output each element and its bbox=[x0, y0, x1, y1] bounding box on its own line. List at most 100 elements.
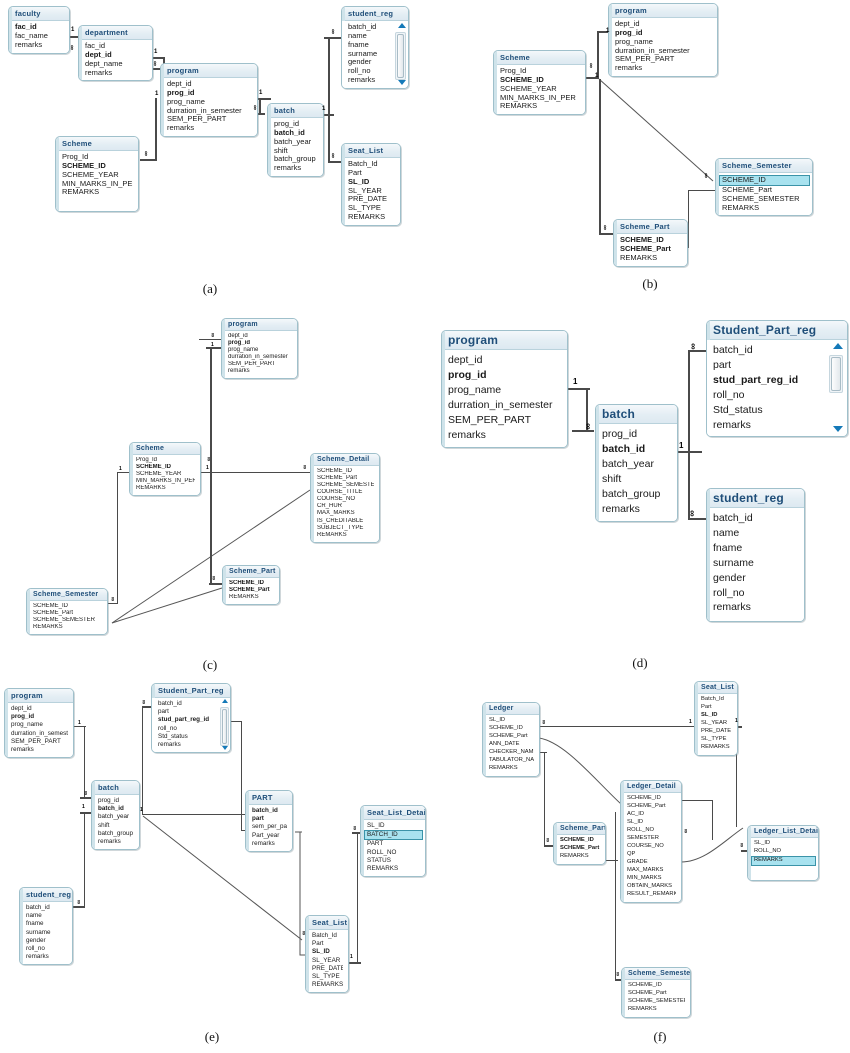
field: SL_ID bbox=[367, 822, 385, 829]
scroll-up-arrow[interactable] bbox=[222, 699, 228, 703]
field: Part bbox=[701, 703, 712, 710]
entity-student-part-reg[interactable]: Student_Part_reg batch_id part stud_part… bbox=[706, 320, 848, 438]
field: Batch_Id bbox=[348, 160, 378, 168]
cardinality-one: 1 bbox=[140, 807, 143, 813]
field: SCHEME_ID bbox=[489, 724, 523, 731]
field-selected[interactable]: SCHEME_ID bbox=[719, 175, 810, 186]
entity-part[interactable]: PART batch_id part sem_per_part Part_yea… bbox=[245, 790, 293, 852]
field: REMARKS bbox=[33, 624, 63, 631]
relation-line bbox=[357, 832, 358, 964]
entity-batch[interactable]: batch prog_id batch_id batch_year shift … bbox=[91, 780, 140, 851]
field: REMARKS bbox=[560, 852, 589, 859]
entity-scheme-semester[interactable]: Scheme_Semester SCHEME_ID SCHEME_Part SC… bbox=[621, 967, 691, 1018]
entity-title: Seat_List_Detail bbox=[361, 806, 425, 820]
field: REMARKS bbox=[348, 213, 386, 222]
scroll-down-arrow[interactable] bbox=[833, 426, 843, 433]
vertical-scrollbar[interactable] bbox=[829, 355, 843, 393]
field: SCHEME_Part bbox=[628, 989, 667, 996]
field: SCHEME_YEAR bbox=[500, 84, 557, 93]
field: durration_in_semester bbox=[615, 46, 690, 55]
field: SCHEME_SEMESTER bbox=[317, 482, 374, 489]
field: SCHEME_ID bbox=[627, 795, 661, 801]
entity-faculty[interactable]: faculty fac_id fac_name remarks bbox=[8, 6, 70, 54]
entity-student-reg[interactable]: student_reg batch_id name fname surname … bbox=[19, 887, 73, 966]
field-list: batch_id name fname surname gender roll_… bbox=[342, 21, 408, 88]
field: remarks bbox=[252, 839, 275, 847]
field-selected[interactable]: REMARKS bbox=[751, 855, 816, 866]
entity-scheme[interactable]: Scheme Prog_Id SCHEME_ID SCHEME_YEAR MIN… bbox=[129, 442, 201, 497]
scrollbar-thumb[interactable] bbox=[831, 357, 841, 391]
entity-scheme-part[interactable]: Scheme_Part SCHEME_ID SCHEME_Part REMARK… bbox=[222, 565, 280, 606]
field: SCHEME_ID bbox=[317, 468, 353, 474]
entity-scheme[interactable]: Scheme Prog_Id SCHEME_ID SCHEME_YEAR MIN… bbox=[493, 50, 586, 116]
entity-seat-list-detail[interactable]: Seat_List_Detail SL_ID BATCH_ID PART ROL… bbox=[360, 805, 426, 878]
entity-ledger[interactable]: Ledger SL_ID SCHEME_ID SCHEME_Part ANN_D… bbox=[482, 702, 540, 777]
entity-program[interactable]: program dept_id prog_id prog_name durrat… bbox=[4, 688, 74, 759]
cardinality-many: ∞ bbox=[82, 790, 89, 796]
entity-seat-list[interactable]: Seat_List Batch_Id Part SL_ID SL_YEAR PR… bbox=[341, 143, 401, 226]
entity-scheme-semester[interactable]: Scheme_Semester SCHEME_ID SCHEME_Part SC… bbox=[715, 158, 813, 217]
entity-title: student_reg bbox=[342, 7, 408, 21]
field: name bbox=[713, 526, 740, 539]
field: GRADE bbox=[627, 858, 648, 865]
entity-seat-list[interactable]: Seat_List Batch_Id Part SL_ID SL_YEAR PR… bbox=[305, 915, 349, 994]
cardinality-many: ∞ bbox=[75, 899, 82, 905]
field-list: dept_id prog_id prog_name durration_in_s… bbox=[222, 331, 297, 379]
entity-ledger-detail[interactable]: Ledger_Detail SCHEME_ID SCHEME_Part AC_I… bbox=[620, 780, 682, 903]
field: SL_TYPE bbox=[701, 735, 727, 742]
entity-scheme-semester[interactable]: Scheme_Semester SCHEME_ID SCHEME_Part SC… bbox=[26, 588, 108, 636]
entity-scheme-part[interactable]: Scheme_Part SCHEME_ID SCHEME_Part REMARK… bbox=[613, 219, 688, 267]
entity-ledger-list-detail[interactable]: Ledger_List_Detail SL_ID ROLL_NO REMARKS bbox=[747, 825, 819, 881]
entity-department[interactable]: department fac_id dept_id dept_name rema… bbox=[78, 25, 153, 82]
entity-program[interactable]: program dept_id prog_id prog_name durrat… bbox=[160, 63, 258, 138]
entity-student-part-reg[interactable]: Student_Part_reg batch_id part stud_part… bbox=[151, 683, 231, 754]
field: prog_name bbox=[228, 347, 259, 354]
field: OBTAIN_MARKS bbox=[627, 882, 672, 889]
field: sem_per_part bbox=[252, 823, 287, 831]
entity-title: PART bbox=[246, 791, 292, 805]
relation-line bbox=[606, 860, 618, 861]
entity-scheme-part[interactable]: Scheme_Part SCHEME_ID SCHEME_Part REMARK… bbox=[553, 822, 606, 865]
scroll-up-arrow[interactable] bbox=[833, 343, 843, 349]
field: REMARKS bbox=[722, 203, 760, 212]
panel-a: faculty fac_id fac_name remarks departme… bbox=[0, 0, 425, 300]
entity-batch[interactable]: batch prog_id batch_id batch_year shift … bbox=[595, 404, 678, 523]
field: SCHEME_Part bbox=[489, 732, 528, 739]
entity-program[interactable]: program dept_id prog_id prog_name durrat… bbox=[441, 330, 568, 449]
entity-seat-list[interactable]: Seat_List Batch_Id Part SL_ID SL_YEAR PR… bbox=[694, 681, 738, 756]
field: SL_ID bbox=[312, 948, 330, 956]
scroll-down-arrow[interactable] bbox=[222, 746, 228, 751]
field: Part bbox=[312, 940, 324, 948]
scroll-down-arrow[interactable] bbox=[398, 79, 406, 85]
relation-line bbox=[210, 347, 212, 472]
field: REMARKS bbox=[136, 485, 166, 492]
entity-student-reg[interactable]: student_reg batch_id name fname surname … bbox=[341, 6, 409, 89]
scrollbar-thumb[interactable] bbox=[397, 34, 404, 78]
entity-batch[interactable]: batch prog_id batch_id batch_year shift … bbox=[267, 103, 324, 178]
field: MIN_MARKS_IN_PER bbox=[136, 478, 195, 485]
cardinality-many: ∞ bbox=[351, 825, 358, 831]
field: roll_no bbox=[713, 586, 745, 599]
entity-scheme-detail[interactable]: Scheme_Detail SCHEME_ID SCHEME_Part SCHE… bbox=[310, 453, 380, 543]
scroll-up-arrow[interactable] bbox=[398, 23, 406, 28]
relation-line bbox=[678, 451, 702, 453]
entity-scheme[interactable]: Scheme Prog_Id SCHEME_ID SCHEME_YEAR MIN… bbox=[55, 136, 139, 213]
relation-line bbox=[324, 37, 342, 39]
field-selected[interactable]: BATCH_ID bbox=[364, 830, 423, 841]
field: SCHEME_ID bbox=[33, 603, 69, 609]
relation-line bbox=[712, 800, 713, 840]
er-diagram-figure: faculty fac_id fac_name remarks departme… bbox=[0, 0, 850, 1053]
entity-program[interactable]: program dept_id prog_id prog_name durrat… bbox=[221, 318, 298, 380]
scrollbar-thumb[interactable] bbox=[222, 709, 227, 744]
relation-line bbox=[688, 190, 716, 191]
cardinality-many: ∞ bbox=[301, 464, 308, 470]
field: IS_CREDITABLE bbox=[317, 517, 364, 524]
field-list: batch_id name fname surname gender roll_… bbox=[20, 902, 72, 965]
field-list: SL_ID BATCH_ID PART ROLL_NO STATUS REMAR… bbox=[361, 820, 425, 877]
field: RESULT_REMARKS bbox=[627, 890, 676, 897]
vertical-scrollbar[interactable] bbox=[395, 32, 406, 80]
entity-program[interactable]: program dept_id prog_id prog_name durrat… bbox=[608, 3, 718, 78]
entity-student-reg[interactable]: student_reg batch_id name fname surname … bbox=[706, 488, 805, 623]
vertical-scrollbar[interactable] bbox=[220, 707, 229, 746]
field-list: SCHEME_ID SCHEME_Part SCHEME_SEMESTER CO… bbox=[311, 466, 379, 542]
